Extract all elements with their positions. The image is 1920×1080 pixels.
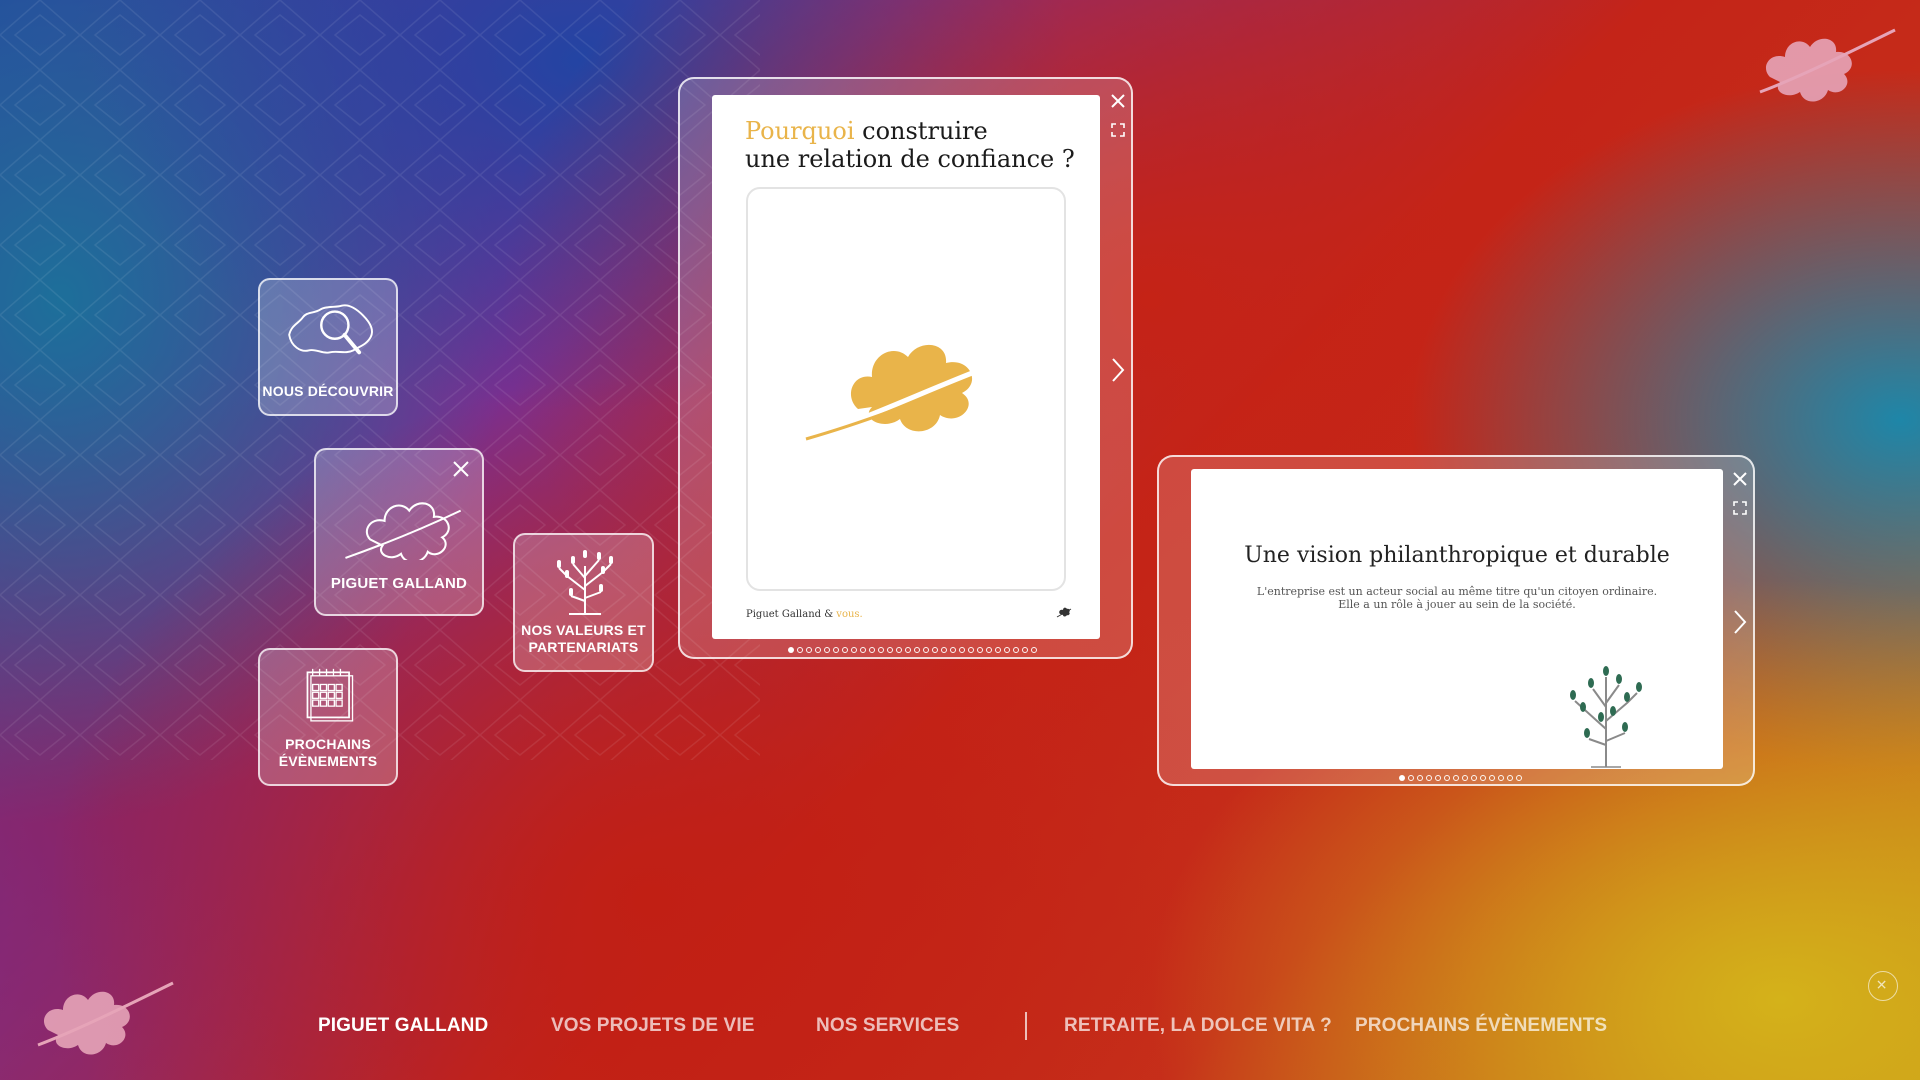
close-icon[interactable]: [450, 458, 472, 480]
slide-title-text: une relation de confiance ?: [745, 145, 1075, 173]
page-dot[interactable]: [914, 647, 920, 653]
page-indicator: [788, 647, 1037, 653]
page-dot[interactable]: [896, 647, 902, 653]
page-dot[interactable]: [1004, 647, 1010, 653]
page-dot[interactable]: [1507, 775, 1513, 781]
page-dot[interactable]: [1498, 775, 1504, 781]
fullscreen-icon[interactable]: [1111, 123, 1125, 137]
viewer-window-vision[interactable]: Une vision philanthropique et durable L'…: [1157, 455, 1755, 786]
page-dot[interactable]: [815, 647, 821, 653]
page-dot[interactable]: [941, 647, 947, 653]
nav-separator: [1025, 1012, 1027, 1040]
page-dot[interactable]: [878, 647, 884, 653]
close-icon[interactable]: [1732, 471, 1748, 487]
footer-brand: Piguet Galland &: [746, 609, 837, 620]
page-dot[interactable]: [1022, 647, 1028, 653]
nav-item-nos-services[interactable]: NOS SERVICES: [816, 1015, 959, 1037]
tile-label: PIGUET GALLAND: [330, 575, 468, 592]
tile-label-line: ÉVÈNEMENTS: [278, 753, 378, 769]
tile-label: NOUS DÉCOUVRIR: [262, 383, 394, 399]
page-dot[interactable]: [968, 647, 974, 653]
viewer-window-confiance[interactable]: Pourquoi construire une relation de conf…: [678, 77, 1133, 659]
page-dot[interactable]: [1489, 775, 1495, 781]
tile-label-line: PARTENARIATS: [528, 639, 639, 655]
brand-leaf-icon: [1759, 28, 1896, 102]
chevron-right-icon[interactable]: [1733, 609, 1747, 635]
page-indicator: [1399, 775, 1522, 781]
tree-icon: [557, 550, 613, 615]
slide-text: L'entreprise est un acteur social au mêm…: [1191, 585, 1723, 611]
page-dot[interactable]: [887, 647, 893, 653]
page-dot[interactable]: [833, 647, 839, 653]
slide-page: Une vision philanthropique et durable L'…: [1191, 469, 1723, 769]
page-dot[interactable]: [986, 647, 992, 653]
leaf-icon: [805, 344, 999, 441]
switzerland-magnifier-icon: [288, 304, 374, 355]
page-dot[interactable]: [1435, 775, 1441, 781]
page-dot[interactable]: [788, 647, 794, 653]
tile-label: PROCHAINS ÉVÈNEMENTS: [279, 736, 377, 770]
slide-frame: [746, 187, 1066, 591]
page-dot[interactable]: [1417, 775, 1423, 781]
leaf-icon: [345, 502, 462, 560]
page-dot[interactable]: [1444, 775, 1450, 781]
page-dot[interactable]: [932, 647, 938, 653]
footer-accent: vous.: [836, 609, 863, 620]
page-dot[interactable]: [977, 647, 983, 653]
page-dot[interactable]: [869, 647, 875, 653]
page-dot[interactable]: [860, 647, 866, 653]
tile-prochains-evenements[interactable]: PROCHAINS ÉVÈNEMENTS: [258, 648, 398, 786]
brand-leaf-icon: [1056, 607, 1072, 618]
slide-title: Pourquoi construire une relation de conf…: [745, 117, 1105, 173]
page-dot[interactable]: [923, 647, 929, 653]
page-dot[interactable]: [1408, 775, 1414, 781]
page-dot[interactable]: [1031, 647, 1037, 653]
tile-label: NOS VALEURS ET PARTENARIATS: [521, 622, 646, 656]
nav-item-retraite[interactable]: RETRAITE, LA DOLCE VITA ?: [1064, 1015, 1332, 1037]
page-dot[interactable]: [1516, 775, 1522, 781]
slide-page: Pourquoi construire une relation de conf…: [712, 95, 1100, 639]
page-dot[interactable]: [905, 647, 911, 653]
page-dot[interactable]: [1426, 775, 1432, 781]
page-dot[interactable]: [797, 647, 803, 653]
tile-nos-valeurs[interactable]: NOS VALEURS ET PARTENARIATS: [513, 533, 654, 672]
page-dot[interactable]: [959, 647, 965, 653]
page-dot[interactable]: [806, 647, 812, 653]
page-dot[interactable]: [1471, 775, 1477, 781]
dismiss-button[interactable]: [1868, 971, 1898, 1001]
fullscreen-icon[interactable]: [1733, 501, 1747, 515]
slide-text-line: L'entreprise est un acteur social au mêm…: [1256, 585, 1658, 598]
slide-text-line: Elle a un rôle à jouer au sein de la soc…: [1338, 598, 1576, 611]
tree-illustration: [1570, 666, 1642, 768]
tile-label-line: PROCHAINS: [285, 736, 371, 752]
tile-label-line: NOS VALEURS ET: [521, 622, 646, 638]
tile-nous-decouvrir[interactable]: NOUS DÉCOUVRIR: [258, 278, 398, 416]
close-icon: [1877, 980, 1886, 989]
page-dot[interactable]: [1453, 775, 1459, 781]
page-dot[interactable]: [1399, 775, 1405, 781]
calendar-icon: [306, 668, 354, 722]
nav-item-prochains-evenements[interactable]: PROCHAINS ÉVÈNEMENTS: [1355, 1015, 1607, 1037]
page-dot[interactable]: [851, 647, 857, 653]
page-dot[interactable]: [1480, 775, 1486, 781]
nav-item-vos-projets-de-vie[interactable]: VOS PROJETS DE VIE: [551, 1015, 754, 1037]
page-dot[interactable]: [1462, 775, 1468, 781]
bottom-navigation: PIGUET GALLAND VOS PROJETS DE VIE NOS SE…: [0, 1012, 1920, 1040]
page-dot[interactable]: [824, 647, 830, 653]
slide-title: Une vision philanthropique et durable: [1244, 543, 1670, 568]
page-dot[interactable]: [842, 647, 848, 653]
slide-title-text: construire: [854, 117, 988, 145]
nav-item-piguet-galland[interactable]: PIGUET GALLAND: [318, 1015, 488, 1037]
chevron-right-icon[interactable]: [1111, 357, 1125, 383]
page-dot[interactable]: [1013, 647, 1019, 653]
page-dot[interactable]: [995, 647, 1001, 653]
tile-piguet-galland[interactable]: PIGUET GALLAND: [314, 448, 484, 616]
close-icon[interactable]: [1110, 93, 1126, 109]
slide-footer: Piguet Galland & vous.: [746, 609, 863, 620]
slide-title-accent: Pourquoi: [745, 117, 855, 145]
page-dot[interactable]: [950, 647, 956, 653]
